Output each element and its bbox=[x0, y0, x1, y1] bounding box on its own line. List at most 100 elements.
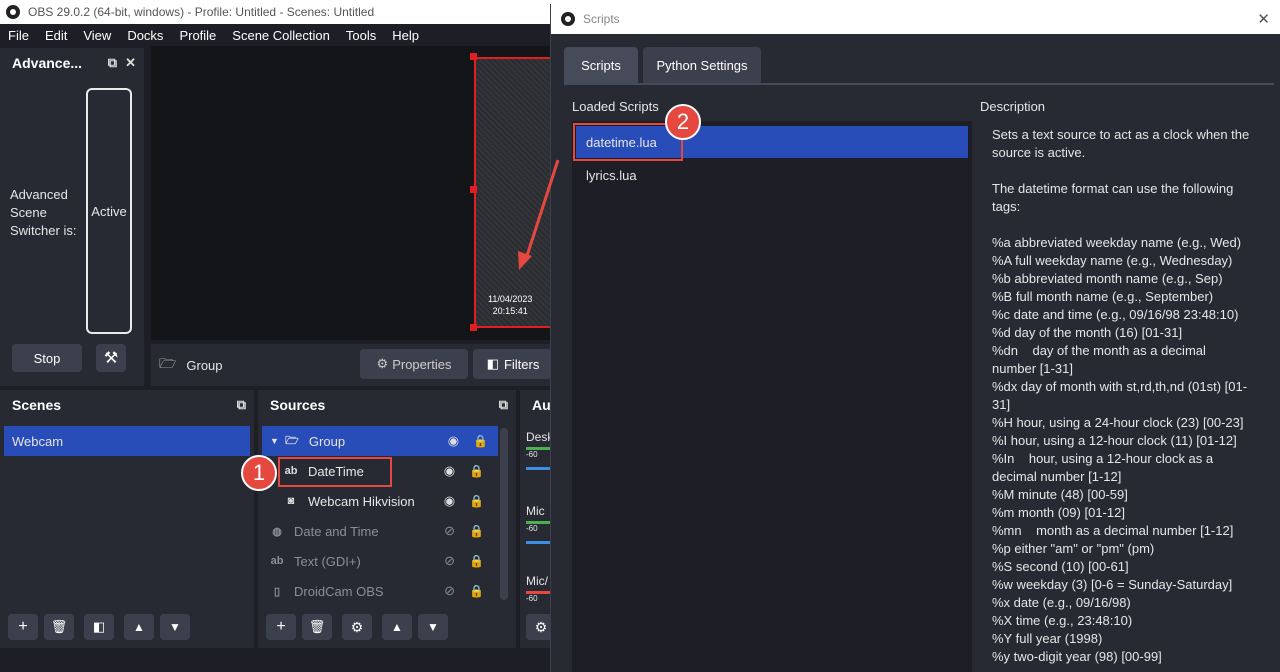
source-label: Text (GDI+) bbox=[294, 553, 361, 569]
menu-profile[interactable]: Profile bbox=[171, 28, 224, 43]
webcam-image bbox=[476, 59, 552, 326]
menu-file[interactable]: File bbox=[0, 28, 37, 43]
move-down-icon[interactable]: ▼ bbox=[418, 614, 448, 640]
close-icon[interactable]: ✕ bbox=[1257, 10, 1270, 28]
resize-handle-bottom-left[interactable] bbox=[470, 324, 477, 331]
properties-label: Properties bbox=[392, 356, 452, 372]
sources-dock: Sources ⧉ ▼ 🗁 Group ◉ 🔒 ab DateTime ◉ 🔒 … bbox=[258, 390, 516, 648]
filters-icon: ◧ bbox=[486, 356, 499, 371]
hidden-eye-icon[interactable]: ⊘ bbox=[444, 553, 455, 569]
callout-1: 1 bbox=[241, 455, 277, 491]
lock-icon[interactable]: 🔒 bbox=[469, 554, 484, 568]
dock-header: Advance... ⧉ ✕ bbox=[0, 48, 144, 78]
lock-icon[interactable]: 🔒 bbox=[469, 464, 484, 478]
undock-icon[interactable]: ⧉ bbox=[499, 397, 508, 413]
highlight-datetime-source bbox=[278, 457, 392, 487]
resize-handle-top-left[interactable] bbox=[470, 53, 477, 60]
source-properties-gear-icon[interactable]: ⚙ bbox=[342, 614, 372, 640]
source-row-webcam[interactable]: ◙ Webcam Hikvision ◉ 🔒 bbox=[258, 486, 498, 516]
add-scene-icon[interactable]: + bbox=[8, 614, 38, 640]
move-up-icon[interactable]: ▲ bbox=[382, 614, 412, 640]
properties-button[interactable]: ⚙ Properties bbox=[360, 349, 468, 379]
sources-header: Sources ⧉ bbox=[258, 390, 516, 420]
source-label: Webcam Hikvision bbox=[308, 493, 415, 509]
menu-view[interactable]: View bbox=[75, 28, 119, 43]
preview-datetime-overlay: 11/04/2023 20:15:41 bbox=[488, 293, 532, 317]
scene-item[interactable]: Webcam bbox=[4, 426, 250, 456]
visibility-eye-icon[interactable]: ◉ bbox=[448, 433, 459, 449]
remove-scene-icon[interactable]: 🗑 bbox=[44, 614, 74, 640]
stop-button[interactable]: Stop bbox=[12, 344, 82, 372]
source-label: Group bbox=[308, 433, 346, 449]
menu-docks[interactable]: Docks bbox=[119, 28, 171, 43]
source-row-droidcam[interactable]: ▯ DroidCam OBS ⊘ 🔒 bbox=[258, 576, 498, 606]
scenes-dock: Scenes ⧉ Webcam + 🗑 ◧ ▲ ▼ bbox=[0, 390, 254, 648]
add-source-icon[interactable]: + bbox=[266, 614, 296, 640]
description-label: Description bbox=[980, 99, 1046, 114]
hidden-eye-icon[interactable]: ⊘ bbox=[444, 523, 455, 539]
scenes-title: Scenes bbox=[12, 397, 62, 413]
visibility-eye-icon[interactable]: ◉ bbox=[444, 463, 455, 479]
gear-icon: ⚙ bbox=[376, 356, 389, 371]
source-label: DroidCam OBS bbox=[294, 583, 384, 599]
lock-icon[interactable]: 🔒 bbox=[469, 524, 484, 538]
source-toolbar: 🗁 Group ⚙ Properties ◧ Filters bbox=[151, 344, 553, 386]
preview-date-text: 11/04/2023 bbox=[488, 294, 533, 304]
filters-label: Filters bbox=[503, 356, 540, 372]
source-row-text-gdi[interactable]: ab Text (GDI+) ⊘ 🔒 bbox=[258, 546, 498, 576]
loaded-scripts-label: Loaded Scripts bbox=[572, 99, 659, 114]
selected-source-name: Group bbox=[186, 357, 223, 373]
advanced-scene-switcher-dock: Advance... ⧉ ✕ Advanced Scene Switcher i… bbox=[0, 48, 144, 386]
menu-scene-collection[interactable]: Scene Collection bbox=[224, 28, 338, 43]
switcher-status-label: Advanced Scene Switcher is: bbox=[10, 187, 77, 238]
remove-source-icon[interactable]: 🗑 bbox=[302, 614, 332, 640]
lock-icon[interactable]: 🔒 bbox=[469, 584, 484, 598]
audio-mixer-title: Au bbox=[532, 397, 551, 413]
tab-divider bbox=[564, 83, 1274, 85]
source-row-group[interactable]: ▼ 🗁 Group ◉ 🔒 bbox=[262, 426, 498, 456]
undock-icon[interactable]: ⧉ bbox=[237, 397, 246, 413]
scenes-header: Scenes ⧉ bbox=[0, 390, 254, 420]
source-row-date-and-time[interactable]: ◍ Date and Time ⊘ 🔒 bbox=[258, 516, 498, 546]
hidden-eye-icon[interactable]: ⊘ bbox=[444, 583, 455, 599]
scripts-window-title: Scripts bbox=[583, 12, 620, 26]
dock-title: Advance... bbox=[12, 55, 83, 71]
camera-icon: ◙ bbox=[287, 495, 295, 507]
file-icon: ▯ bbox=[273, 585, 281, 598]
filters-button[interactable]: ◧ Filters bbox=[473, 349, 553, 379]
scripts-title-bar: Scripts ✕ bbox=[551, 4, 1280, 34]
preview-time-text: 20:15:41 bbox=[492, 306, 528, 316]
resize-handle-left[interactable] bbox=[470, 186, 477, 193]
move-up-icon[interactable]: ▲ bbox=[124, 614, 154, 640]
visibility-eye-icon[interactable]: ◉ bbox=[444, 493, 455, 509]
folder-icon: 🗁 bbox=[285, 434, 299, 447]
menu-tools[interactable]: Tools bbox=[338, 28, 384, 43]
sources-title: Sources bbox=[270, 397, 326, 413]
tab-python-settings[interactable]: Python Settings bbox=[643, 47, 761, 83]
menu-edit[interactable]: Edit bbox=[37, 28, 75, 43]
preview-source-webcam[interactable]: 11/04/2023 20:15:41 bbox=[474, 57, 554, 328]
text-icon: ab bbox=[270, 555, 284, 567]
undock-icon[interactable]: ⧉ bbox=[108, 55, 117, 71]
callout-2: 2 bbox=[665, 104, 701, 140]
loaded-scripts-list[interactable]: datetime.lua lyrics.lua bbox=[572, 121, 972, 672]
tab-scripts[interactable]: Scripts bbox=[564, 47, 638, 83]
scene-filters-icon[interactable]: ◧ bbox=[84, 614, 114, 640]
close-icon[interactable]: ✕ bbox=[125, 55, 136, 71]
lock-icon[interactable]: 🔒 bbox=[469, 494, 484, 508]
scene-item-label: Webcam bbox=[12, 433, 64, 449]
obs-window-title: OBS 29.0.2 (64-bit, windows) - Profile: … bbox=[28, 5, 375, 19]
globe-icon: ◍ bbox=[272, 525, 282, 538]
menu-help[interactable]: Help bbox=[384, 28, 427, 43]
scripts-window: Scripts ✕ Scripts Python Settings Loaded… bbox=[550, 4, 1280, 672]
collapse-arrow-icon[interactable]: ▼ bbox=[270, 436, 279, 446]
switcher-status-value: Active bbox=[86, 88, 132, 334]
obs-logo-icon bbox=[6, 5, 20, 19]
tools-icon[interactable]: ⚒ bbox=[96, 344, 126, 372]
sources-scrollbar[interactable] bbox=[500, 428, 508, 600]
lock-icon[interactable]: 🔒 bbox=[473, 434, 488, 448]
obs-logo-icon bbox=[561, 12, 575, 26]
script-description: Sets a text source to act as a clock whe… bbox=[992, 127, 1250, 664]
move-down-icon[interactable]: ▼ bbox=[160, 614, 190, 640]
script-item-lyrics[interactable]: lyrics.lua bbox=[572, 158, 972, 192]
